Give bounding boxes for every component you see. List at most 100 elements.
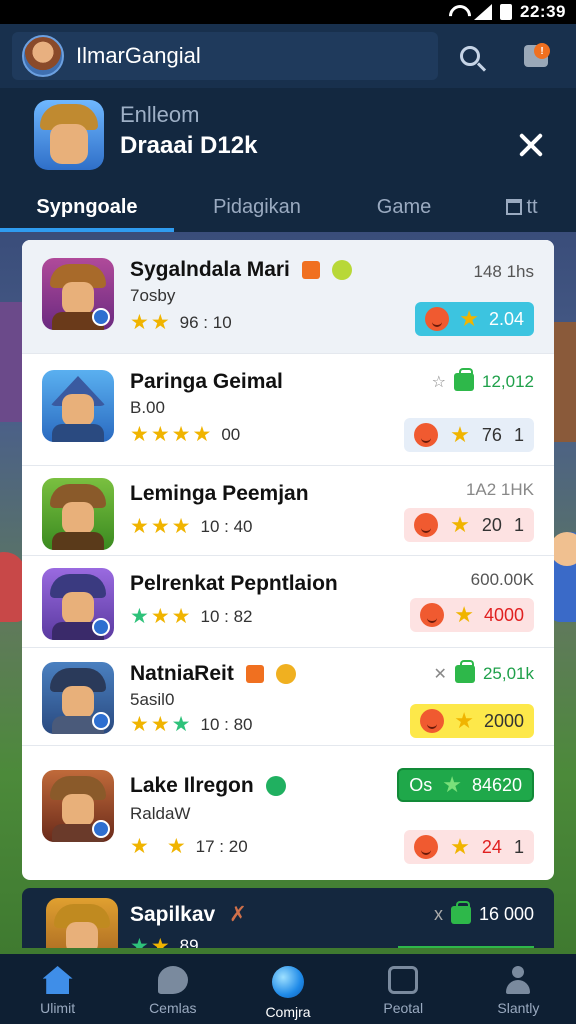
game-list: Sygalndala Mari 7osby ★ ★ 96 : 10 148 1hs… [22, 240, 554, 880]
star-icon: ★ [442, 772, 462, 797]
star-icon: ★ [459, 306, 479, 331]
search-text: IlmarGangial [76, 43, 201, 68]
score-pill[interactable]: ★ 24 1 [404, 830, 534, 864]
notifications-button[interactable]: ! [518, 38, 554, 74]
score-pill[interactable]: ★ 20 1 [404, 508, 534, 542]
game-thumbnail [42, 662, 114, 734]
battery-icon [500, 4, 513, 20]
home-icon [42, 966, 73, 994]
emoji-icon [414, 513, 438, 537]
game-thumbnail [42, 478, 114, 550]
game-meta: x 16 000 [433, 900, 534, 924]
tab-pidagikan[interactable]: Pidagikan [174, 182, 340, 232]
star-icon: ★ [450, 422, 470, 447]
progress-bar [398, 946, 534, 948]
game-subtitle: 5asil0 [130, 690, 175, 709]
nav-item-comjra[interactable]: Comjra [230, 954, 345, 1024]
bag-icon [450, 900, 471, 924]
flag-icon [301, 261, 320, 280]
list-item-peek[interactable]: Sapilkav ✗ x 16 000 ★ ★ 89 [22, 888, 554, 948]
game-title: Sapilkav ✗ [130, 903, 247, 926]
score-pill[interactable]: ★ 4000 [410, 598, 534, 632]
game-thumbnail [42, 568, 114, 640]
bag-icon [454, 660, 475, 683]
cup-icon [388, 966, 419, 994]
list-item[interactable]: Lake Ilregon RaldaW ★ ★ 17 : 20 Os ★ 8462… [22, 746, 554, 880]
nav-item-peotal[interactable]: Peotal [346, 954, 461, 1024]
list-item[interactable]: Paringa Geimal B.00 ★ ★ ★ ★ 00 ☆ 12,012 ★ 7… [22, 354, 554, 466]
flag-icon [245, 665, 264, 684]
search-icon [460, 46, 480, 66]
score-pill[interactable]: ★ 2000 [410, 704, 534, 738]
game-title: Paringa Geimal [130, 370, 283, 393]
score-pill[interactable]: ★ 76 1 [404, 418, 534, 452]
profile-name: Draaai D12k [120, 132, 258, 159]
level-badge-icon [92, 712, 110, 730]
clock: 22:39 [520, 2, 566, 21]
game-rating: ★ ★ 89 [130, 935, 199, 948]
star-icon: ★ [450, 834, 470, 859]
star-outline-icon: ☆ [431, 374, 446, 391]
tab-game[interactable]: Game [340, 182, 468, 232]
game-thumbnail [46, 898, 118, 948]
list-item[interactable]: NatniaReit 5asil0 ★ ★ ★ 10 : 80 ✕ 25,01k ★… [22, 648, 554, 746]
game-meta: 600.00K [470, 570, 534, 589]
bottom-navigation: Ulimit Cemlas Comjra Peotal Slantly [0, 954, 576, 1024]
game-thumbnail [42, 770, 114, 842]
search-button[interactable] [452, 38, 488, 74]
game-meta: 148 1hs [473, 262, 535, 281]
smiley-icon [275, 664, 296, 685]
profile-subtitle: Enlleom [120, 102, 200, 127]
game-rating: ★ ★ ★ 10 : 82 [130, 605, 253, 628]
swords-icon: ✗ [229, 903, 247, 926]
game-rating: ★ ★ ★ 10 : 40 [130, 515, 253, 538]
game-meta: 1A2 1HK [465, 480, 534, 499]
level-badge-icon [92, 308, 110, 326]
score-pill[interactable]: ★ 2.04 [415, 302, 534, 336]
nav-item-ulimit[interactable]: Ulimit [0, 954, 115, 1024]
shop-icon [506, 199, 523, 215]
tab-sypngoale[interactable]: Sypngoale [0, 182, 174, 232]
app-header: IlmarGangial ! [0, 24, 576, 88]
level-badge-icon [92, 820, 110, 838]
user-avatar[interactable] [22, 35, 64, 77]
coin-icon [331, 260, 352, 281]
game-subtitle: 7osby [130, 286, 176, 305]
game-subtitle: B.00 [130, 398, 165, 417]
game-subtitle: RaldaW [130, 804, 191, 823]
game-thumbnail [42, 370, 114, 442]
game-meta: ☆ 12,012 [431, 368, 534, 391]
nav-item-cemlas[interactable]: Cemlas [115, 954, 230, 1024]
game-meta: ✕ 25,01k [433, 660, 534, 683]
emoji-icon [420, 709, 445, 733]
emoji-icon [425, 307, 450, 331]
game-rating: ★ ★ ★ 10 : 80 [130, 713, 253, 736]
list-item[interactable]: Leminga Peemjan ★ ★ ★ 10 : 40 1A2 1HK ★ 20… [22, 466, 554, 556]
profile-avatar [34, 100, 104, 170]
orb-icon [272, 966, 304, 998]
emoji-icon [414, 835, 438, 859]
tab-shop[interactable]: tt [468, 182, 576, 232]
emoji-icon [420, 603, 445, 627]
star-icon: ★ [130, 311, 149, 334]
list-item[interactable]: Pelrenkat Pepntlaion ★ ★ ★ 10 : 82 600.00K… [22, 556, 554, 648]
game-title: Leminga Peemjan [130, 482, 309, 505]
puzzle-icon: ! [524, 43, 550, 67]
tab-bar: Sypngoale Pidagikan Game tt [0, 182, 576, 232]
star-icon: ★ [454, 602, 474, 627]
download-pill[interactable]: Os ★ 84620 [397, 768, 534, 802]
emoji-icon [414, 423, 438, 447]
star-icon: ★ [450, 512, 470, 537]
search-bar[interactable]: IlmarGangial [12, 32, 438, 80]
game-title: Lake Ilregon [130, 774, 286, 798]
list-item[interactable]: Sygalndala Mari 7osby ★ ★ 96 : 10 148 1hs… [22, 240, 554, 354]
game-title: NatniaReit [130, 662, 296, 686]
nav-item-slantly[interactable]: Slantly [461, 954, 576, 1024]
game-rating: ★ ★ ★ ★ 00 [130, 423, 241, 446]
close-button[interactable] [514, 128, 548, 162]
bag-icon [454, 368, 474, 391]
check-icon [265, 776, 286, 797]
game-rating: ★ ★ 17 : 20 [130, 835, 248, 858]
game-rating: ★ ★ 96 : 10 [130, 311, 232, 334]
star-icon: ★ [454, 708, 474, 733]
